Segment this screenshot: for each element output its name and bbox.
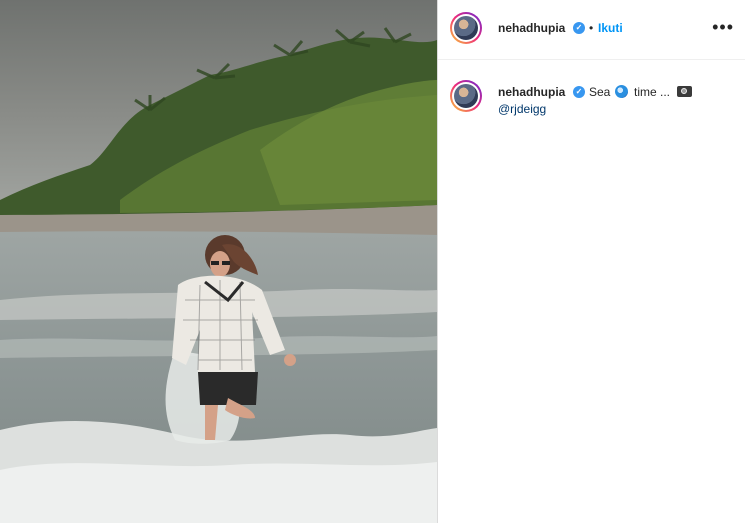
post-sidebar: nehadhupia ✓ • Ikuti ••• nehadhupia ✓ Se… [437,0,745,523]
post-photo[interactable] [0,0,437,523]
post-header: nehadhupia ✓ • Ikuti ••• [438,0,745,60]
caption-avatar-ring [452,82,480,110]
more-options-icon[interactable]: ••• [712,18,734,36]
caption-username[interactable]: nehadhupia [498,85,565,99]
avatar-ring [452,14,480,42]
verified-badge-icon: ✓ [573,22,585,34]
caption-avatar[interactable] [450,80,482,112]
avatar[interactable] [450,12,482,44]
wave-emoji-icon [615,85,628,98]
caption-verified-badge-icon: ✓ [573,86,585,98]
caption-text-part1: Sea [589,85,611,99]
caption-mention-link[interactable]: @rjdeigg [498,102,546,116]
caption-text-part2: time ... [634,85,671,99]
follow-button[interactable]: Ikuti [598,21,623,35]
caption-avatar-image [454,84,478,108]
avatar-image [454,16,478,40]
header-separator: • [589,21,594,35]
header-username[interactable]: nehadhupia [498,21,565,35]
camera-emoji-icon [677,86,692,97]
beach-scene [0,27,437,523]
